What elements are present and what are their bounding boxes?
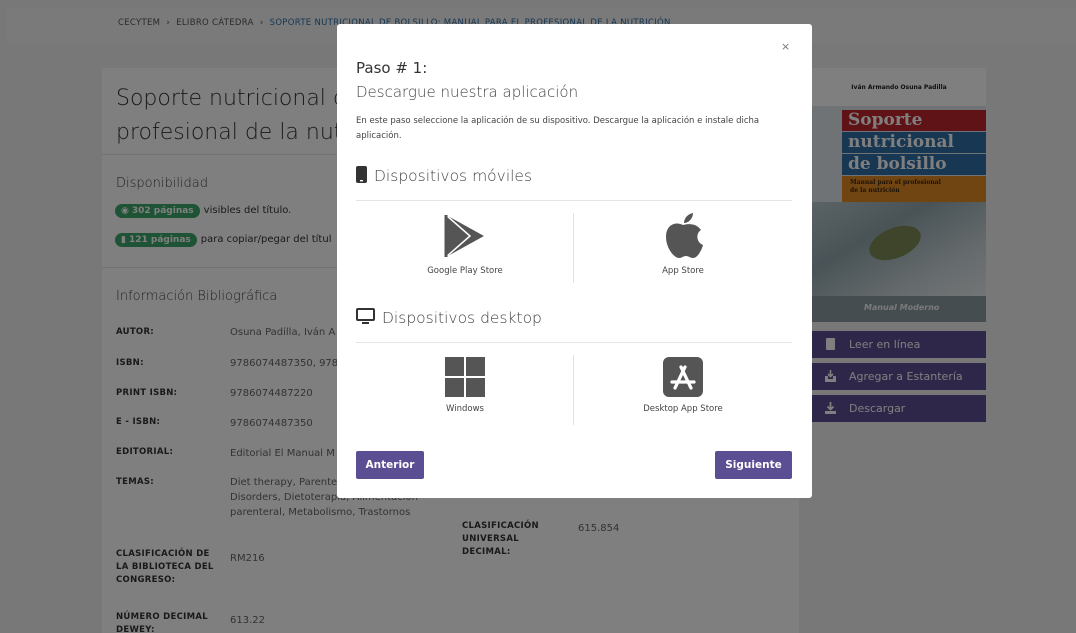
desktop-app-store-option[interactable]: Desktop App Store — [574, 357, 792, 414]
close-icon[interactable]: × — [781, 40, 790, 53]
app-store-option[interactable]: App Store — [574, 213, 792, 276]
desktop-section-heading: Dispositivos desktop — [356, 308, 542, 327]
desktop-monitor-icon — [356, 308, 375, 324]
apple-icon — [666, 213, 703, 258]
previous-button[interactable]: Anterior — [356, 451, 424, 479]
divider — [356, 200, 792, 201]
google-play-icon — [444, 214, 484, 258]
google-play-option[interactable]: Google Play Store — [356, 213, 574, 276]
windows-option[interactable]: Windows — [356, 357, 574, 414]
modal-description: En este paso seleccione la aplicación de… — [356, 116, 760, 141]
mobile-phone-icon — [356, 166, 367, 183]
modal-subtitle: Descargue nuestra aplicación — [356, 83, 579, 101]
app-store-a-icon — [663, 357, 703, 397]
next-button[interactable]: Siguiente — [715, 451, 792, 479]
modal-step-title: Paso # 1: — [356, 59, 428, 77]
download-app-modal: × Paso # 1: Descargue nuestra aplicación… — [337, 24, 812, 498]
windows-icon — [445, 357, 485, 397]
mobile-section-heading: Dispositivos móviles — [356, 166, 532, 185]
divider — [356, 342, 792, 343]
